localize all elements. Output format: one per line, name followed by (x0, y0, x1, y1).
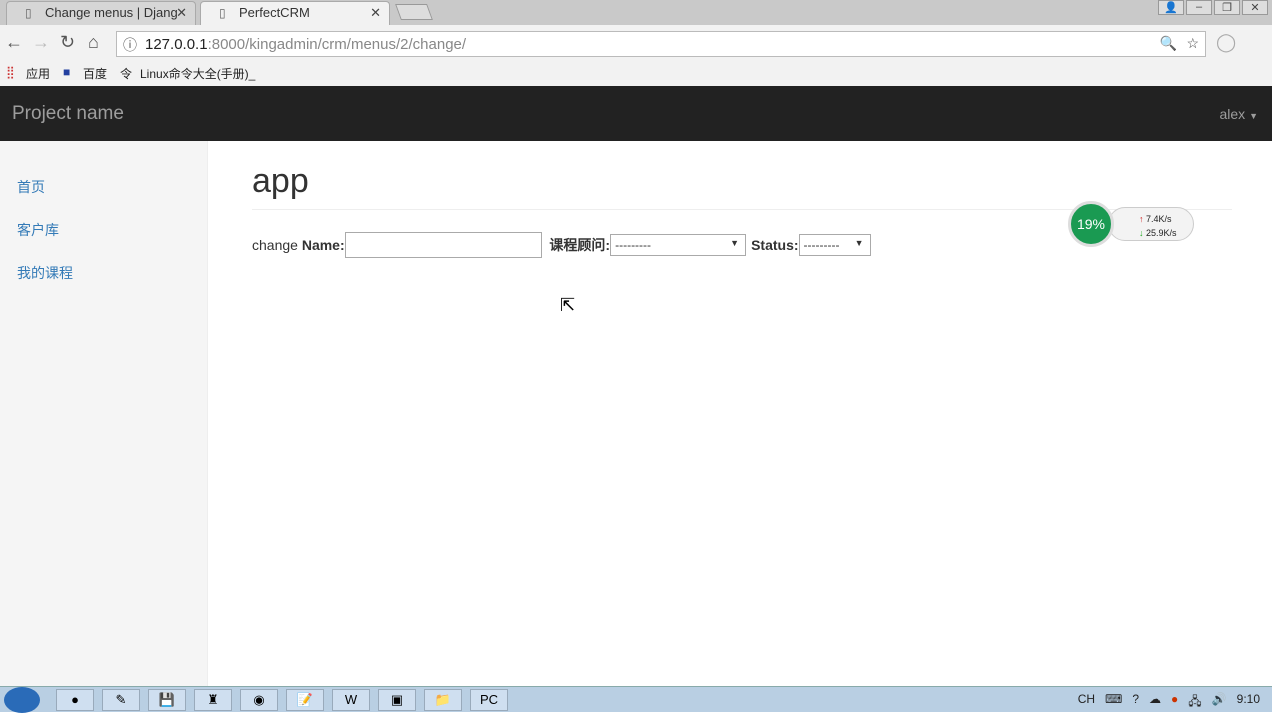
minimize-button[interactable]: – (1186, 0, 1212, 15)
download-arrow-icon: ↓ (1139, 228, 1144, 238)
tab-change-menus[interactable]: ▯ Change menus | Djang ✕ (6, 1, 196, 25)
taskbar-explorer-icon[interactable]: 📁 (424, 689, 462, 711)
taskbar-app-icon[interactable]: ✎ (102, 689, 140, 711)
bookmark-apps[interactable]: 应用 (26, 65, 50, 82)
form-prefix: change (252, 237, 298, 253)
upload-speed: 7.4K/s (1146, 214, 1172, 224)
user-icon[interactable]: 👤 (1158, 0, 1184, 15)
tab-strip: ▯ Change menus | Djang ✕ ▯ PerfectCRM ✕ 👤 – ❐ ✕ (0, 0, 1272, 25)
taskbar-app-icon[interactable]: ♜ (194, 689, 232, 711)
system-tray: CH ⌨ ? ☁ ● 🖧 🔊 9:10 (1078, 692, 1260, 713)
change-form: change Name: 课程顾问: --------- ▼ Status: --… (252, 232, 876, 258)
user-name: alex (1219, 106, 1246, 122)
start-button[interactable] (4, 687, 40, 713)
taskbar-word-icon[interactable]: W (332, 689, 370, 711)
taskbar-chrome-icon[interactable]: ◉ (240, 689, 278, 711)
home-icon[interactable]: ⌂ (88, 32, 99, 53)
url-host: 127.0.0.1 (145, 36, 208, 53)
network-icon[interactable]: 🖧 (1188, 692, 1201, 713)
zoom-icon[interactable]: 🔍 (1160, 35, 1177, 52)
name-input[interactable] (344, 232, 542, 258)
download-speed: 25.9K/s (1146, 228, 1177, 238)
tab-title: Change menus | Djang (45, 5, 178, 20)
close-tab-icon[interactable]: ✕ (176, 5, 187, 21)
mouse-cursor-icon: ⇱ (560, 295, 576, 315)
caret-down-icon: ▼ (1249, 111, 1258, 121)
record-icon[interactable]: ● (1171, 692, 1178, 713)
document-icon: ▯ (219, 6, 226, 20)
upload-arrow-icon: ↑ (1139, 214, 1144, 224)
page-title: app (252, 162, 309, 200)
new-tab-button[interactable] (395, 4, 433, 20)
taskbar-save-icon[interactable]: 💾 (148, 689, 186, 711)
taskbar-app-icon[interactable]: ● (56, 689, 94, 711)
volume-icon[interactable]: 🔊 (1212, 692, 1227, 713)
close-tab-icon[interactable]: ✕ (370, 5, 381, 21)
tab-title: PerfectCRM (239, 5, 310, 20)
sidebar: 首页 客户库 我的课程 (0, 141, 208, 686)
brand[interactable]: Project name (12, 103, 124, 125)
bookmark-linux[interactable]: Linux命令大全(手册)_ (140, 65, 255, 82)
top-navbar: Project name alex ▼ (0, 86, 1272, 141)
baidu-icon: ■ (63, 65, 71, 79)
weather-icon[interactable]: ☁ (1149, 692, 1161, 713)
speed-panel: ↑ 7.4K/s ↓ 25.9K/s (1108, 207, 1194, 241)
name-label: Name: (301, 237, 345, 253)
restore-button[interactable]: ❐ (1214, 0, 1240, 15)
back-icon[interactable]: ← (5, 32, 23, 53)
info-icon[interactable]: ⓘ (123, 35, 137, 55)
help-icon[interactable]: ? (1132, 692, 1139, 713)
sidebar-item-my-courses[interactable]: 我的课程 (17, 263, 73, 283)
sidebar-item-customers[interactable]: 客户库 (17, 220, 59, 240)
taskbar: ● ✎ 💾 ♜ ◉ 📝 W ▣ 📁 PC CH ⌨ ? ☁ ● 🖧 🔊 9:10 (0, 686, 1272, 713)
consultant-value: --------- (615, 238, 652, 252)
bookmarks-bar: ⣿ 应用 ■ 百度 令 Linux命令大全(手册)_ (0, 60, 1272, 86)
linux-icon: 令 (120, 67, 133, 81)
taskbar-app-icon[interactable]: ▣ (378, 689, 416, 711)
consultant-select[interactable]: --------- ▼ (610, 234, 747, 256)
status-value: --------- (803, 238, 840, 252)
dropdown-arrow-icon: ▼ (730, 238, 740, 248)
reload-icon[interactable]: ↻ (60, 32, 75, 53)
language-indicator[interactable]: CH (1078, 692, 1095, 713)
network-monitor-widget[interactable]: ↑ 7.4K/s ↓ 25.9K/s 19% (1068, 201, 1194, 247)
address-bar[interactable]: ⓘ 127.0.0.1:8000/kingadmin/crm/menus/2/c… (116, 31, 1206, 57)
close-window-button[interactable]: ✕ (1242, 0, 1268, 15)
taskbar-pycharm-icon[interactable]: PC (470, 689, 508, 711)
status-select[interactable]: --------- ▼ (798, 234, 871, 256)
user-menu[interactable]: alex ▼ (1220, 106, 1259, 122)
keyboard-icon[interactable]: ⌨ (1105, 692, 1122, 713)
tab-perfectcrm[interactable]: ▯ PerfectCRM ✕ (200, 1, 390, 25)
status-label: Status: (751, 237, 799, 253)
extension-icon[interactable]: ◯ (1216, 32, 1236, 53)
url-path: :8000/kingadmin/crm/menus/2/change/ (207, 36, 467, 53)
sidebar-item-home[interactable]: 首页 (17, 177, 45, 197)
document-icon: ▯ (25, 6, 32, 20)
dropdown-arrow-icon: ▼ (854, 238, 864, 248)
apps-icon: ⣿ (6, 65, 15, 79)
clock[interactable]: 9:10 (1237, 692, 1260, 713)
bookmark-baidu[interactable]: 百度 (83, 65, 107, 82)
consultant-label: 课程顾问: (549, 237, 611, 253)
cpu-usage: 19% (1068, 201, 1114, 247)
star-icon[interactable]: ☆ (1186, 35, 1199, 52)
forward-icon[interactable]: → (32, 32, 50, 53)
taskbar-notepad-icon[interactable]: 📝 (286, 689, 324, 711)
